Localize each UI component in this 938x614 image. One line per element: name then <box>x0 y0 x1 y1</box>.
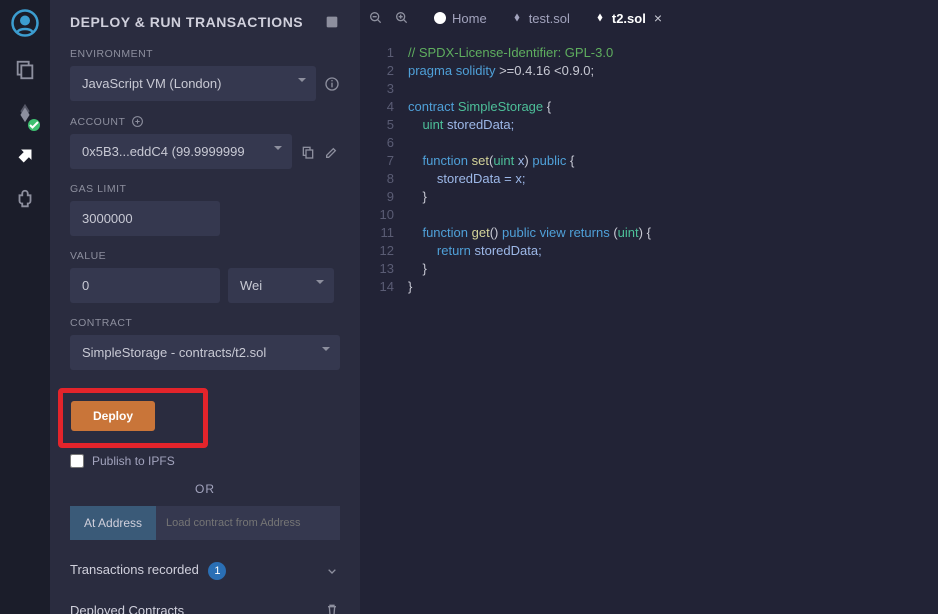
gaslimit-label: GAS LIMIT <box>70 183 340 195</box>
home-icon <box>434 12 446 24</box>
deploy-button[interactable]: Deploy <box>71 401 155 431</box>
or-divider: OR <box>70 482 340 496</box>
solidity-file-icon <box>594 12 606 24</box>
account-label: ACCOUNT <box>70 115 340 128</box>
icon-sidebar <box>0 0 50 614</box>
environment-info-icon[interactable] <box>324 76 340 92</box>
deployed-contracts-row: Deployed Contracts <box>70 602 340 614</box>
value-input[interactable] <box>70 268 220 303</box>
contract-label: CONTRACT <box>70 317 340 329</box>
deploy-run-icon[interactable] <box>14 145 36 170</box>
deploy-highlight-box: Deploy <box>58 388 208 448</box>
tab-home[interactable]: Home <box>424 5 497 32</box>
at-address-button[interactable]: At Address <box>70 506 156 540</box>
publish-ipfs-row[interactable]: Publish to IPFS <box>70 454 340 468</box>
edit-account-icon[interactable] <box>324 144 340 160</box>
zoom-in-icon[interactable] <box>394 10 410 26</box>
panel-menu-icon[interactable] <box>324 14 340 30</box>
deploy-run-panel: DEPLOY & RUN TRANSACTIONS ENVIRONMENT Ja… <box>50 0 360 614</box>
environment-select[interactable]: JavaScript VM (London) <box>70 66 316 101</box>
solidity-file-icon <box>511 12 523 24</box>
at-address-input[interactable] <box>156 506 340 540</box>
value-label: VALUE <box>70 250 340 262</box>
add-account-icon[interactable] <box>131 115 144 128</box>
code-content[interactable]: // SPDX-License-Identifier: GPL-3.0 prag… <box>408 44 938 614</box>
plugin-manager-icon[interactable] <box>14 188 36 213</box>
publish-ipfs-checkbox[interactable] <box>70 454 84 468</box>
transactions-recorded-label: Transactions recorded <box>70 562 199 577</box>
line-gutter: 1234567891011121314 <box>360 44 408 614</box>
transactions-recorded-row[interactable]: Transactions recorded 1 <box>70 562 340 580</box>
solidity-compiler-icon[interactable] <box>14 102 36 127</box>
deployed-contracts-label: Deployed Contracts <box>70 603 184 614</box>
compile-success-badge <box>28 119 40 131</box>
gaslimit-input[interactable] <box>70 201 220 236</box>
copy-account-icon[interactable] <box>300 144 316 160</box>
tab-t2-sol[interactable]: t2.sol × <box>584 4 672 32</box>
zoom-out-icon[interactable] <box>368 10 384 26</box>
account-select[interactable]: 0x5B3...eddC4 (99.9999999 <box>70 134 292 169</box>
tab-test-sol[interactable]: test.sol <box>501 5 580 32</box>
code-editor[interactable]: 1234567891011121314 // SPDX-License-Iden… <box>360 36 938 614</box>
editor-area: Home test.sol t2.sol × 12345678910111213… <box>360 0 938 614</box>
environment-label: ENVIRONMENT <box>70 48 340 60</box>
transactions-count-badge: 1 <box>208 562 226 580</box>
chevron-down-icon[interactable] <box>324 563 340 579</box>
close-tab-icon[interactable]: × <box>654 10 662 26</box>
file-explorer-icon[interactable] <box>14 59 36 84</box>
trash-icon[interactable] <box>324 602 340 614</box>
tab-bar: Home test.sol t2.sol × <box>360 0 938 36</box>
publish-ipfs-label: Publish to IPFS <box>92 454 175 468</box>
contract-select[interactable]: SimpleStorage - contracts/t2.sol <box>70 335 340 370</box>
remix-logo-icon[interactable] <box>10 8 40 41</box>
value-unit-select[interactable]: Wei <box>228 268 334 303</box>
panel-title: DEPLOY & RUN TRANSACTIONS <box>70 14 340 30</box>
